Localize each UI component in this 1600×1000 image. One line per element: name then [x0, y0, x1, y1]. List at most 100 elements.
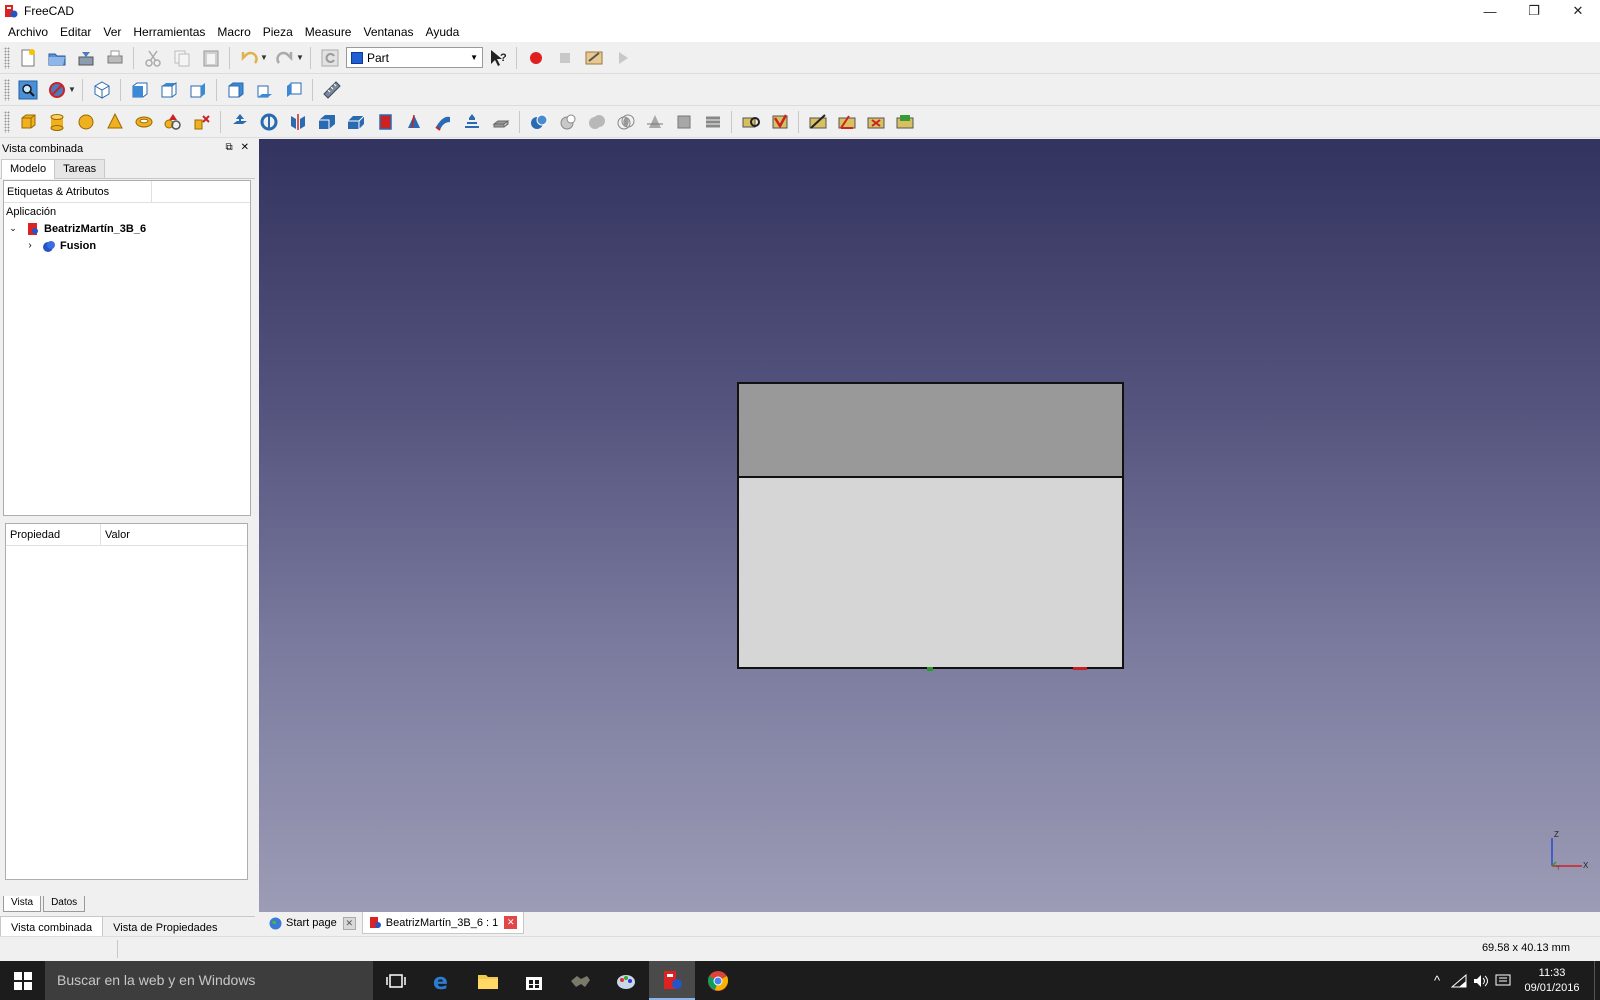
- toolbar-grip[interactable]: [4, 78, 10, 101]
- whats-this-icon[interactable]: ?: [486, 46, 510, 70]
- primitives-icon[interactable]: [161, 110, 185, 134]
- paste-icon[interactable]: [199, 46, 223, 70]
- menu-herramientas[interactable]: Herramientas: [127, 22, 211, 42]
- bottom-view-icon[interactable]: [253, 78, 277, 102]
- right-view-icon[interactable]: [186, 78, 210, 102]
- edge-browser-icon[interactable]: e: [419, 961, 465, 1000]
- sphere-icon[interactable]: [74, 110, 98, 134]
- revolve-icon[interactable]: [257, 110, 281, 134]
- make-face-icon[interactable]: [373, 110, 397, 134]
- thickness-icon[interactable]: [489, 110, 513, 134]
- compound-icon[interactable]: [701, 110, 725, 134]
- tree-item-document[interactable]: ⌄ BeatrizMartín_3B_6: [4, 220, 250, 237]
- rear-view-icon[interactable]: [224, 78, 248, 102]
- fit-all-icon[interactable]: [16, 78, 40, 102]
- menu-ver[interactable]: Ver: [97, 22, 127, 42]
- isometric-view-icon[interactable]: [90, 78, 114, 102]
- record-macro-icon[interactable]: [524, 46, 548, 70]
- menu-pieza[interactable]: Pieza: [257, 22, 299, 42]
- edit-macro-icon[interactable]: [582, 46, 606, 70]
- toolbar-grip[interactable]: [4, 46, 10, 69]
- mirror-icon[interactable]: [286, 110, 310, 134]
- copy-icon[interactable]: [170, 46, 194, 70]
- store-icon[interactable]: [511, 961, 557, 1000]
- boolean-icon[interactable]: [527, 110, 551, 134]
- loft-icon[interactable]: [431, 110, 455, 134]
- close-tab-icon[interactable]: ✕: [504, 916, 518, 929]
- left-view-icon[interactable]: [282, 78, 306, 102]
- extrude-icon[interactable]: [228, 110, 252, 134]
- restore-button[interactable]: ❐: [1512, 0, 1556, 22]
- front-view-icon[interactable]: [128, 78, 152, 102]
- value-column-header[interactable]: Valor: [101, 524, 130, 545]
- network-icon[interactable]: [1448, 961, 1470, 1000]
- tree-item-fusion[interactable]: › Fusion: [4, 237, 250, 254]
- chevron-down-icon[interactable]: ▼: [68, 85, 76, 94]
- freecad-taskbar-icon[interactable]: [649, 961, 695, 1000]
- close-tab-icon[interactable]: ✕: [342, 916, 356, 930]
- cube-icon[interactable]: [16, 110, 40, 134]
- windows-start-icon[interactable]: [0, 961, 45, 1000]
- new-document-icon[interactable]: [16, 46, 40, 70]
- property-column-header[interactable]: Propiedad: [6, 524, 101, 545]
- defeaturing-icon[interactable]: [768, 110, 792, 134]
- redo-icon[interactable]: [273, 46, 297, 70]
- tab-tareas[interactable]: Tareas: [54, 159, 106, 178]
- measure-linear-icon[interactable]: [806, 110, 830, 134]
- workbench-selector[interactable]: Part ▼: [346, 47, 483, 68]
- menu-measure[interactable]: Measure: [299, 22, 358, 42]
- property-editor[interactable]: Propiedad Valor: [5, 523, 248, 880]
- model-tree[interactable]: Etiquetas & Atributos Aplicación ⌄ Beatr…: [3, 180, 251, 516]
- menu-macro[interactable]: Macro: [211, 22, 256, 42]
- cut-boolean-icon[interactable]: [556, 110, 580, 134]
- sweep-icon[interactable]: [460, 110, 484, 134]
- tab-document-view[interactable]: BeatrizMartín_3B_6 : 1 ✕: [361, 912, 525, 934]
- ruled-surface-icon[interactable]: [402, 110, 426, 134]
- notifications-icon[interactable]: [1492, 961, 1514, 1000]
- float-panel-icon[interactable]: ⧉: [225, 142, 232, 153]
- chevron-right-icon[interactable]: ›: [22, 240, 38, 251]
- measure-toggle-icon[interactable]: [893, 110, 917, 134]
- tab-modelo[interactable]: Modelo: [1, 159, 56, 179]
- cone-icon[interactable]: [103, 110, 127, 134]
- volume-icon[interactable]: [1470, 961, 1492, 1000]
- check-geometry-icon[interactable]: [739, 110, 763, 134]
- shape-builder-icon[interactable]: [190, 110, 214, 134]
- tree-header-labels[interactable]: Etiquetas & Atributos: [4, 181, 152, 202]
- task-view-icon[interactable]: [373, 961, 419, 1000]
- tab-datos[interactable]: Datos: [43, 896, 86, 912]
- tab-vista[interactable]: Vista: [3, 896, 42, 912]
- torus-icon[interactable]: [132, 110, 156, 134]
- close-button[interactable]: ✕: [1556, 0, 1600, 22]
- menu-editar[interactable]: Editar: [54, 22, 97, 42]
- toolbar-grip[interactable]: [4, 110, 10, 133]
- cylinder-icon[interactable]: [45, 110, 69, 134]
- close-panel-icon[interactable]: ✕: [241, 142, 249, 153]
- stop-macro-icon[interactable]: [553, 46, 577, 70]
- fillet-icon[interactable]: [315, 110, 339, 134]
- chamfer-icon[interactable]: [344, 110, 368, 134]
- game-app-icon[interactable]: [557, 961, 603, 1000]
- chevron-down-icon[interactable]: ▼: [260, 53, 268, 62]
- run-macro-icon[interactable]: [611, 46, 635, 70]
- menu-ventanas[interactable]: Ventanas: [357, 22, 419, 42]
- file-explorer-icon[interactable]: [465, 961, 511, 1000]
- minimize-button[interactable]: —: [1468, 0, 1512, 22]
- measure-distance-icon[interactable]: [320, 78, 344, 102]
- measure-angular-icon[interactable]: [835, 110, 859, 134]
- chevron-down-icon[interactable]: ⌄: [4, 223, 22, 234]
- chrome-icon[interactable]: [695, 961, 741, 1000]
- taskbar-clock[interactable]: 11:33 09/01/2016: [1514, 966, 1590, 996]
- refresh-icon[interactable]: [318, 46, 342, 70]
- draw-style-icon[interactable]: [45, 78, 69, 102]
- section-icon[interactable]: [643, 110, 667, 134]
- tab-start-page[interactable]: Start page ✕: [263, 912, 362, 934]
- common-icon[interactable]: [614, 110, 638, 134]
- print-icon[interactable]: [103, 46, 127, 70]
- show-desktop-button[interactable]: [1594, 961, 1600, 1000]
- menu-archivo[interactable]: Archivo: [2, 22, 54, 42]
- chevron-down-icon[interactable]: ▼: [296, 53, 304, 62]
- fuse-icon[interactable]: [585, 110, 609, 134]
- paint-app-icon[interactable]: [603, 961, 649, 1000]
- taskbar-search-box[interactable]: Buscar en la web y en Windows: [45, 961, 373, 1000]
